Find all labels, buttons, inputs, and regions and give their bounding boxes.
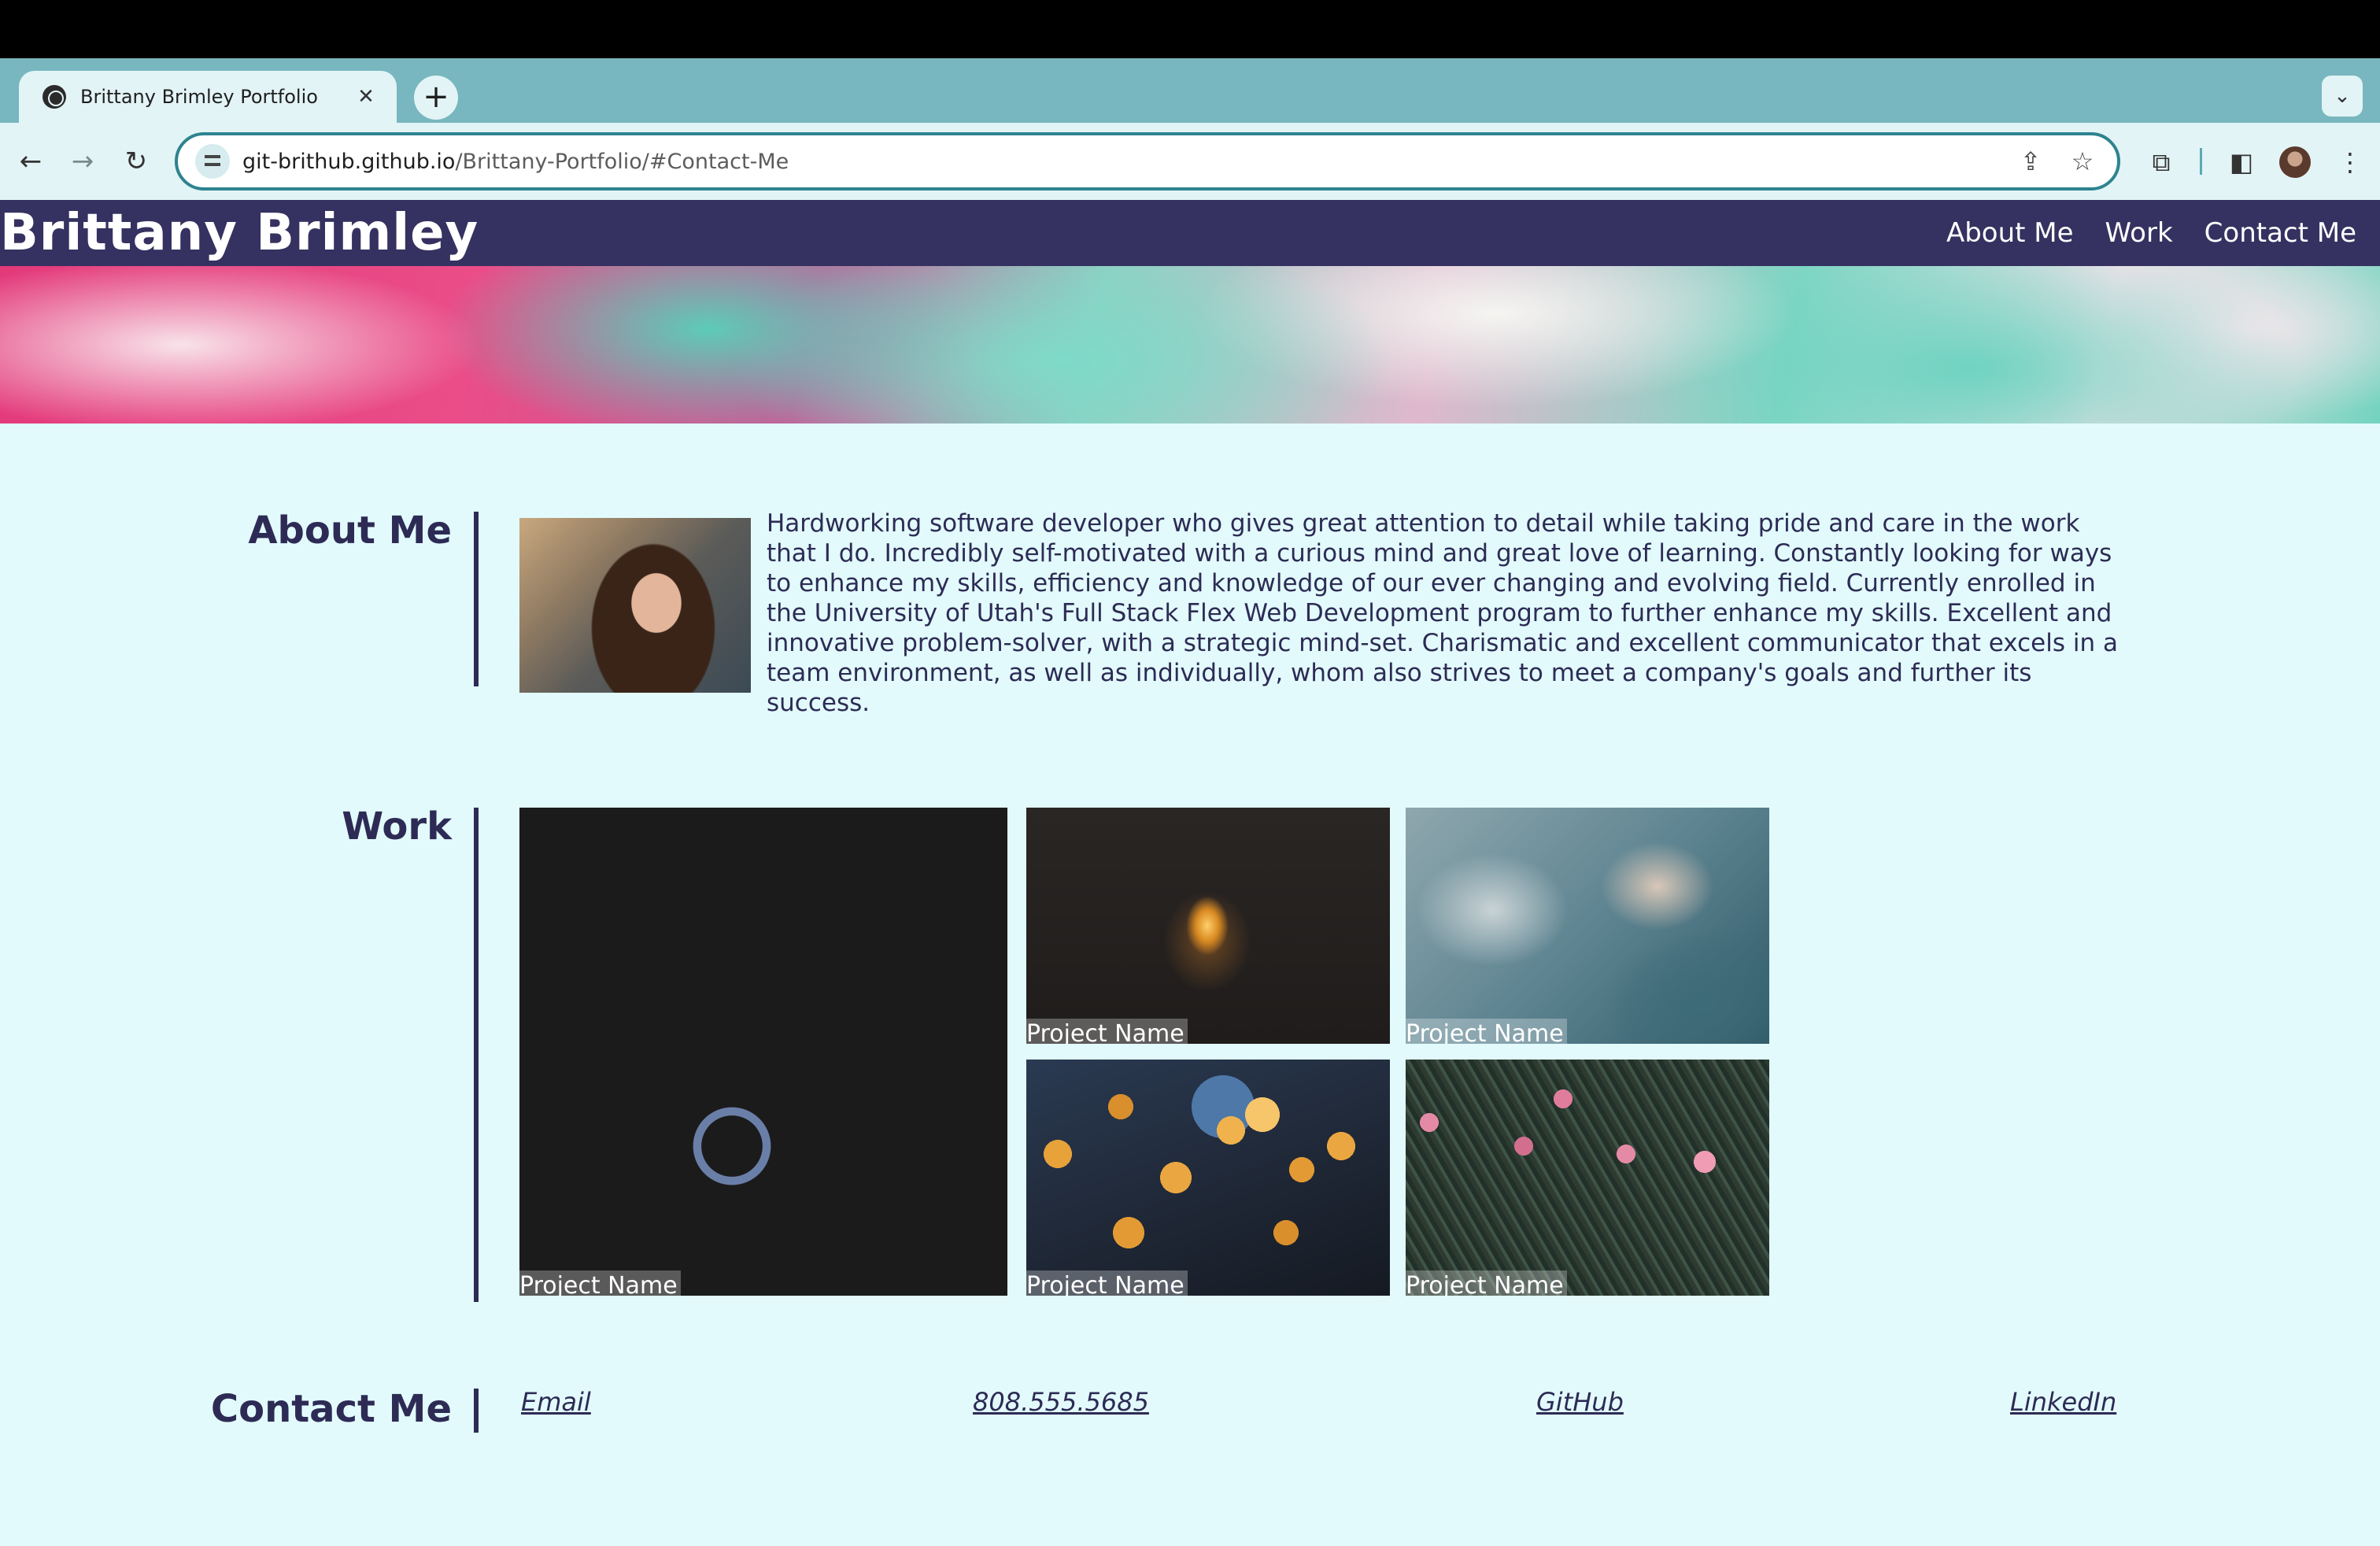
project-card-bokeh[interactable]: Project Name bbox=[1026, 1060, 1390, 1296]
about-text: Hardworking software developer who gives… bbox=[767, 509, 2118, 717]
toolbar-divider bbox=[2200, 148, 2202, 175]
url-host: git-brithub.github.io bbox=[242, 149, 456, 174]
project-caption: Project Name bbox=[1406, 1019, 1567, 1044]
portrait-photo bbox=[519, 518, 751, 693]
screen-top-bar bbox=[0, 0, 2380, 58]
url-path: /Brittany-Portfolio/#Contact-Me bbox=[455, 149, 789, 174]
new-tab-button[interactable]: + bbox=[414, 76, 458, 120]
nav-link-contact[interactable]: Contact Me bbox=[2204, 217, 2356, 249]
site-header: Brittany Brimley About Me Work Contact M… bbox=[0, 200, 2380, 266]
tab-title: Brittany Brimley Portfolio bbox=[80, 86, 318, 108]
site-nav: About Me Work Contact Me bbox=[1946, 217, 2356, 249]
back-icon[interactable]: ← bbox=[9, 140, 52, 183]
project-card-frost[interactable]: Project Name bbox=[1406, 808, 1769, 1044]
work-divider bbox=[474, 808, 479, 1302]
project-caption: Project Name bbox=[1026, 1019, 1188, 1044]
address-bar[interactable]: git-brithub.github.io/Brittany-Portfolio… bbox=[175, 132, 2120, 190]
side-panel-icon[interactable]: ◧ bbox=[2221, 142, 2262, 183]
site-title: Brittany Brimley bbox=[0, 204, 479, 262]
nav-link-about[interactable]: About Me bbox=[1946, 217, 2074, 249]
browser-chrome: Brittany Brimley Portfolio ✕ + ⌄ ← → ↻ g… bbox=[0, 58, 2380, 200]
browser-tab[interactable]: Brittany Brimley Portfolio ✕ bbox=[19, 71, 397, 123]
project-card-cameras[interactable]: Project Name bbox=[519, 808, 1007, 1296]
share-icon[interactable]: ⇪ bbox=[2013, 146, 2048, 176]
project-caption: Project Name bbox=[519, 1270, 681, 1296]
bookmark-star-icon[interactable]: ☆ bbox=[2065, 146, 2100, 176]
url-text[interactable]: git-brithub.github.io/Brittany-Portfolio… bbox=[242, 150, 1996, 174]
contact-link-phone[interactable]: 808.555.5685 bbox=[973, 1387, 1149, 1417]
site-info-icon[interactable] bbox=[195, 144, 230, 179]
work-heading: Work bbox=[342, 804, 452, 849]
globe-icon bbox=[42, 85, 66, 109]
contact-link-github[interactable]: GitHub bbox=[1536, 1387, 1624, 1417]
contact-link-linkedin[interactable]: LinkedIn bbox=[2010, 1387, 2116, 1417]
about-heading: About Me bbox=[248, 509, 452, 553]
browser-toolbar: ← → ↻ git-brithub.github.io/Brittany-Por… bbox=[0, 123, 2380, 200]
tab-search-button[interactable]: ⌄ bbox=[2322, 76, 2363, 117]
nav-link-work[interactable]: Work bbox=[2105, 217, 2173, 249]
hero-banner-image bbox=[0, 266, 2380, 423]
about-divider bbox=[474, 512, 479, 686]
contact-heading: Contact Me bbox=[210, 1387, 452, 1431]
forward-icon[interactable]: → bbox=[61, 140, 104, 183]
menu-kebab-icon[interactable]: ⋮ bbox=[2330, 142, 2371, 183]
profile-avatar[interactable] bbox=[2279, 146, 2311, 178]
contact-divider bbox=[474, 1389, 479, 1433]
contact-link-email[interactable]: Email bbox=[521, 1387, 591, 1417]
project-caption: Project Name bbox=[1406, 1270, 1567, 1296]
extensions-icon[interactable]: ⧉ bbox=[2141, 142, 2182, 183]
reload-icon[interactable]: ↻ bbox=[115, 140, 157, 183]
project-caption: Project Name bbox=[1026, 1270, 1188, 1296]
web-page: Brittany Brimley About Me Work Contact M… bbox=[0, 200, 2380, 1546]
project-card-plants[interactable]: Project Name bbox=[1406, 1060, 1769, 1296]
close-icon[interactable]: ✕ bbox=[354, 85, 378, 109]
project-card-lightbulb[interactable]: Project Name bbox=[1026, 808, 1390, 1044]
